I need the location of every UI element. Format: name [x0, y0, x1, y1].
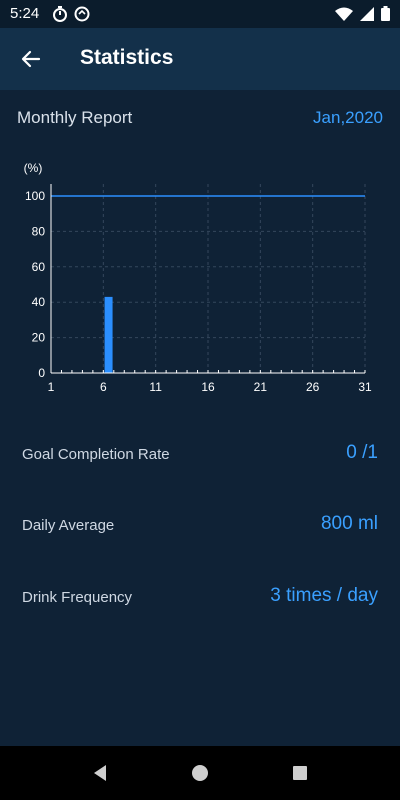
report-title: Monthly Report	[17, 108, 133, 127]
drink-frequency-value: 3 times / day	[270, 585, 378, 606]
status-time: 5:24	[10, 5, 40, 22]
nav-recents-button[interactable]	[290, 763, 310, 783]
y-tick-label: 80	[32, 224, 46, 238]
status-right-icons	[335, 6, 390, 21]
data-saver-icon	[74, 6, 90, 22]
page-title: Statistics	[80, 46, 174, 69]
wifi-icon	[335, 7, 353, 21]
daily-average-value: 800 ml	[320, 513, 378, 534]
monthly-chart: 0204060801001 6 11 16 21 26 31(%)	[24, 161, 372, 394]
goal-completion-label: Goal Completion Rate	[22, 446, 170, 463]
y-tick-label: 0	[38, 366, 45, 380]
x-tick-label: 26	[306, 380, 320, 394]
triangle-back-icon	[94, 765, 106, 781]
status-left-icons	[52, 6, 90, 22]
x-tick-label: 6	[100, 380, 107, 394]
square-recents-icon	[293, 766, 307, 780]
y-axis-unit-label: (%)	[24, 161, 43, 175]
daily-average-label: Daily Average	[22, 517, 115, 534]
timer-icon	[53, 6, 67, 22]
signal-icon	[360, 6, 374, 21]
status-bar: 5:24	[0, 0, 400, 28]
x-tick-label: 11	[149, 380, 162, 394]
circle-home-icon	[192, 765, 208, 781]
y-tick-label: 60	[32, 260, 46, 274]
battery-icon	[381, 6, 390, 21]
back-button[interactable]	[16, 44, 46, 74]
y-tick-label: 40	[32, 295, 46, 309]
x-tick-label: 16	[201, 380, 215, 394]
chart-bar	[104, 296, 113, 373]
app-bar: Statistics	[0, 28, 400, 90]
report-month-selector[interactable]: Jan,2020	[313, 108, 383, 128]
drink-frequency-label: Drink Frequency	[22, 589, 133, 606]
stat-row-daily-average: Daily Average 800 ml	[22, 511, 378, 541]
nav-back-button[interactable]	[90, 763, 110, 783]
stat-row-goal-completion: Goal Completion Rate 0 /1	[22, 440, 378, 470]
goal-completion-value: 0 /1	[346, 442, 378, 463]
x-tick-label: 21	[254, 380, 268, 394]
x-tick-label: 31	[358, 380, 372, 394]
y-tick-label: 100	[25, 189, 45, 203]
arrow-left-icon	[21, 50, 41, 68]
y-tick-label: 20	[32, 331, 46, 345]
stat-row-drink-frequency: Drink Frequency 3 times / day	[22, 583, 378, 613]
x-tick-label: 1	[48, 380, 55, 394]
navigation-bar	[0, 746, 400, 800]
nav-home-button[interactable]	[190, 763, 210, 783]
